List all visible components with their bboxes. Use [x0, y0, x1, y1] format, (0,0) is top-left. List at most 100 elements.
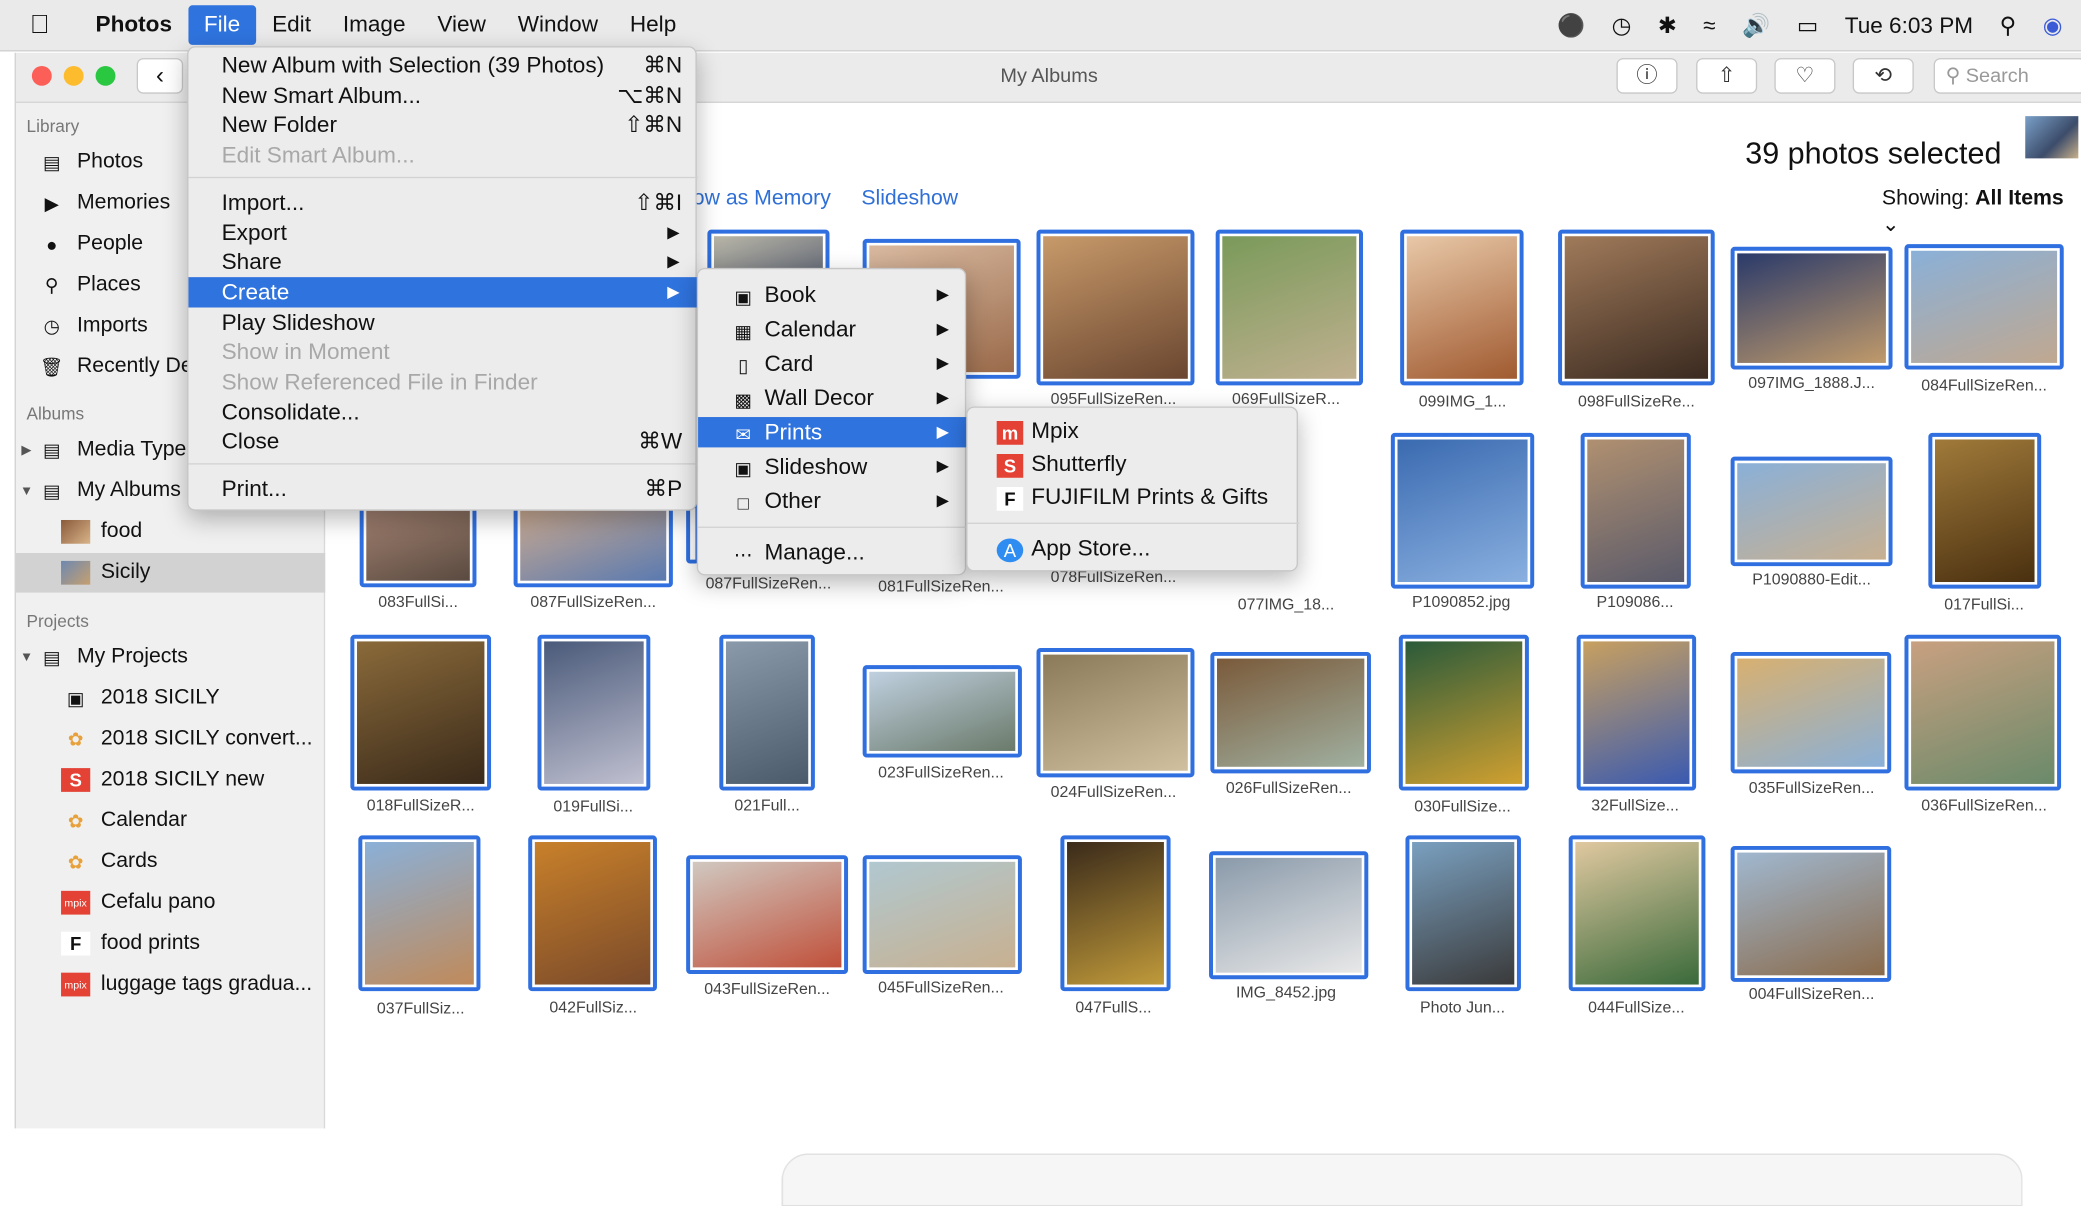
photo-thumbnail[interactable]: [1904, 634, 2062, 791]
photo-thumbnail[interactable]: [1730, 845, 1892, 982]
search-field[interactable]: ⚲ Search: [1933, 58, 2081, 94]
battery-icon[interactable]: ▭: [1797, 15, 1818, 37]
sidebar-item-project[interactable]: mpix luggage tags gradua...: [16, 965, 325, 1005]
sidebar-item-food[interactable]: food: [16, 512, 325, 552]
sidebar-item-sicily[interactable]: Sicily: [15, 552, 326, 593]
disclosure-down-icon[interactable]: ▼: [16, 484, 37, 499]
menu-item-calendar[interactable]: ▦ Calendar ▶: [698, 314, 967, 344]
photo-thumbnail[interactable]: [513, 504, 673, 588]
info-button[interactable]: ⓘ: [1616, 58, 1678, 94]
menu-item-play-slideshow[interactable]: Play Slideshow: [188, 308, 698, 338]
photo-thumbnail[interactable]: [1036, 229, 1195, 386]
menu-item-fujifilm[interactable]: F FUJIFILM Prints & Gifts: [967, 482, 1299, 512]
rotate-button[interactable]: ⟲: [1852, 58, 1914, 94]
menu-edit[interactable]: Edit: [256, 5, 327, 45]
photo-thumbnail[interactable]: [537, 634, 651, 791]
menu-item-card[interactable]: ▯ Card ▶: [698, 348, 967, 378]
menu-item-import[interactable]: Import... ⇧⌘I: [188, 187, 698, 217]
menu-item-new-album-with-selection[interactable]: New Album with Selection (39 Photos) ⌘N: [188, 50, 698, 80]
menu-item-book[interactable]: ▣ Book ▶: [698, 280, 967, 310]
photo-thumbnail[interactable]: [350, 634, 492, 791]
photo-thumbnail[interactable]: [1730, 651, 1892, 774]
siri-icon[interactable]: ◉: [2043, 15, 2063, 37]
menu-separator: [188, 176, 699, 179]
sidebar-item-project[interactable]: Ffood prints: [16, 924, 325, 964]
menu-image[interactable]: Image: [327, 5, 422, 45]
sidebar-item-project[interactable]: ▣ 2018 SICILY: [16, 678, 325, 718]
menu-item-print[interactable]: Print... ⌘P: [188, 474, 698, 504]
showing-filter[interactable]: Showing: All Items ⌄: [1882, 187, 2081, 237]
menu-separator: [188, 463, 699, 465]
other-icon: □: [737, 491, 749, 513]
photo-thumbnail[interactable]: [1730, 456, 1893, 567]
photo-caption: 043FullSizeRen...: [704, 979, 830, 998]
time-machine-icon[interactable]: ◷: [1612, 15, 1632, 37]
photo-thumbnail[interactable]: [528, 835, 657, 992]
disclosure-right-icon[interactable]: ▶: [16, 443, 37, 458]
menu-item-export[interactable]: Export ▶: [188, 218, 698, 248]
menu-item-wall-decor[interactable]: ▩ Wall Decor ▶: [698, 383, 967, 413]
photo-thumbnail[interactable]: [1576, 634, 1697, 791]
menu-window[interactable]: Window: [502, 5, 614, 45]
photo-thumbnail[interactable]: [862, 855, 1022, 974]
photo-thumbnail[interactable]: [1209, 851, 1369, 980]
menu-item-slideshow[interactable]: ▣ Slideshow ▶: [698, 451, 967, 481]
clock-icon: ◷: [43, 314, 60, 336]
menu-item-mpix[interactable]: m Mpix: [967, 416, 1299, 446]
photo-thumbnail[interactable]: [1400, 229, 1524, 386]
bluetooth-icon[interactable]: ✱: [1658, 15, 1677, 37]
photo-thumbnail[interactable]: [1558, 229, 1715, 386]
photo-thumbnail[interactable]: [1928, 432, 2042, 589]
sidebar-item-project[interactable]: ✿ Cards: [16, 842, 325, 882]
favorite-button[interactable]: ♡: [1774, 58, 1836, 94]
sidebar-item-project[interactable]: ✿ Calendar: [16, 801, 325, 841]
menu-help[interactable]: Help: [614, 5, 692, 45]
photo-thumbnail[interactable]: [359, 504, 477, 588]
menu-item-close[interactable]: Close ⌘W: [188, 426, 698, 456]
show-as-memory-link[interactable]: ow as Memory: [693, 187, 831, 211]
photo-thumbnail[interactable]: [1390, 432, 1535, 589]
menu-view[interactable]: View: [421, 5, 501, 45]
menu-item-shutterfly[interactable]: S Shutterfly: [967, 449, 1299, 479]
wifi-icon[interactable]: ≈: [1703, 15, 1715, 37]
disclosure-down-icon[interactable]: ▼: [16, 650, 37, 665]
photo-image: [1215, 857, 1362, 973]
photo-thumbnail[interactable]: [1398, 634, 1529, 791]
volume-icon[interactable]: 🔊: [1742, 15, 1770, 37]
photo-thumbnail[interactable]: [686, 855, 849, 974]
menu-item-new-smart-album[interactable]: New Smart Album... ⌥⌘N: [188, 81, 698, 111]
photo-thumbnail[interactable]: [719, 634, 815, 791]
menu-file[interactable]: File: [187, 5, 257, 45]
slideshow-link[interactable]: Slideshow: [861, 187, 958, 211]
clock[interactable]: Tue 6:03 PM: [1845, 13, 1973, 39]
menu-item-consolidate[interactable]: Consolidate...: [188, 397, 698, 427]
menu-item-app-store[interactable]: A App Store...: [967, 533, 1299, 563]
menu-item-manage[interactable]: ⋯ Manage...: [698, 537, 967, 567]
menu-item-new-folder[interactable]: New Folder ⇧⌘N: [188, 110, 698, 140]
app-menu[interactable]: Photos: [80, 5, 188, 45]
sidebar-item-project[interactable]: S 2018 SICILY new: [16, 760, 325, 800]
menu-item-other[interactable]: □ Other ▶: [698, 486, 967, 516]
spotlight-icon[interactable]: ⚲: [2000, 15, 2017, 37]
menu-item-prints[interactable]: ✉ Prints ▶: [698, 417, 968, 448]
sidebar-item-my-projects[interactable]: ▼ ▤ My Projects: [16, 637, 325, 677]
photo-thumbnail[interactable]: [862, 665, 1022, 758]
photo-thumbnail[interactable]: [1730, 246, 1893, 370]
photo-thumbnail[interactable]: [1036, 648, 1195, 778]
photo-thumbnail[interactable]: [358, 835, 481, 992]
photo-thumbnail[interactable]: [1568, 835, 1706, 992]
sidebar-item-project[interactable]: mpix Cefalu pano: [16, 883, 325, 923]
photo-thumbnail[interactable]: [1405, 835, 1521, 992]
creative-cloud-icon[interactable]: ⚫: [1557, 15, 1585, 37]
photo-thumbnail[interactable]: [1904, 244, 2064, 370]
sidebar-label: luggage tags gradua...: [100, 972, 313, 996]
photo-thumbnail[interactable]: [1215, 229, 1363, 386]
photo-thumbnail[interactable]: [1580, 432, 1691, 589]
menu-item-create[interactable]: Create ▶: [188, 277, 699, 308]
photo-thumbnail[interactable]: [1060, 835, 1171, 992]
menu-item-share[interactable]: Share ▶: [188, 247, 698, 277]
sidebar-item-project[interactable]: ✿ 2018 SICILY convert...: [16, 719, 325, 759]
share-button[interactable]: ⇧: [1696, 58, 1758, 94]
apple-icon[interactable]: : [0, 10, 80, 40]
photo-thumbnail[interactable]: [1210, 651, 1371, 774]
